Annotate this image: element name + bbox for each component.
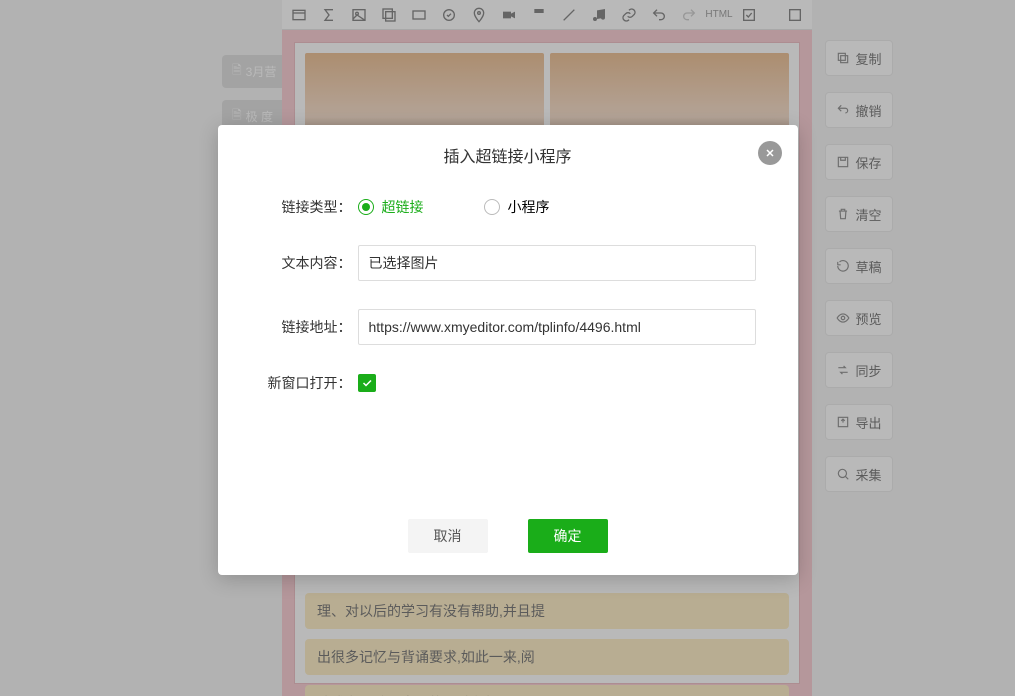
modal-title: 插入超链接小程序 xyxy=(218,125,798,177)
label-new-window: 新窗口打开： xyxy=(258,373,358,393)
label-link-type: 链接类型： xyxy=(258,197,358,217)
label-link-url: 链接地址： xyxy=(258,317,358,337)
new-window-checkbox[interactable] xyxy=(358,374,376,392)
radio-miniprogram[interactable]: 小程序 xyxy=(484,197,550,217)
insert-link-modal: 插入超链接小程序 链接类型： 超链接 小程序 文本内容 xyxy=(218,125,798,575)
row-text-content: 文本内容： xyxy=(258,245,758,281)
radio-group: 超链接 小程序 xyxy=(358,197,550,217)
row-new-window: 新窗口打开： xyxy=(258,373,758,393)
radio-label: 超链接 xyxy=(382,197,424,217)
check-icon xyxy=(361,377,373,389)
modal-footer: 取消 确定 xyxy=(218,519,798,553)
link-url-input[interactable] xyxy=(358,309,756,345)
row-link-url: 链接地址： xyxy=(258,309,758,345)
modal-overlay: 插入超链接小程序 链接类型： 超链接 小程序 文本内容 xyxy=(0,0,1015,696)
radio-label: 小程序 xyxy=(508,197,550,217)
close-icon xyxy=(764,147,776,159)
modal-form: 链接类型： 超链接 小程序 文本内容： 链接地址： xyxy=(218,177,798,393)
label-text-content: 文本内容： xyxy=(258,253,358,273)
ok-button[interactable]: 确定 xyxy=(528,519,608,553)
text-content-input[interactable] xyxy=(358,245,756,281)
close-button[interactable] xyxy=(758,141,782,165)
row-link-type: 链接类型： 超链接 小程序 xyxy=(258,197,758,217)
radio-circle-icon xyxy=(484,199,500,215)
radio-hyperlink[interactable]: 超链接 xyxy=(358,197,424,217)
radio-circle-icon xyxy=(358,199,374,215)
cancel-button[interactable]: 取消 xyxy=(408,519,488,553)
